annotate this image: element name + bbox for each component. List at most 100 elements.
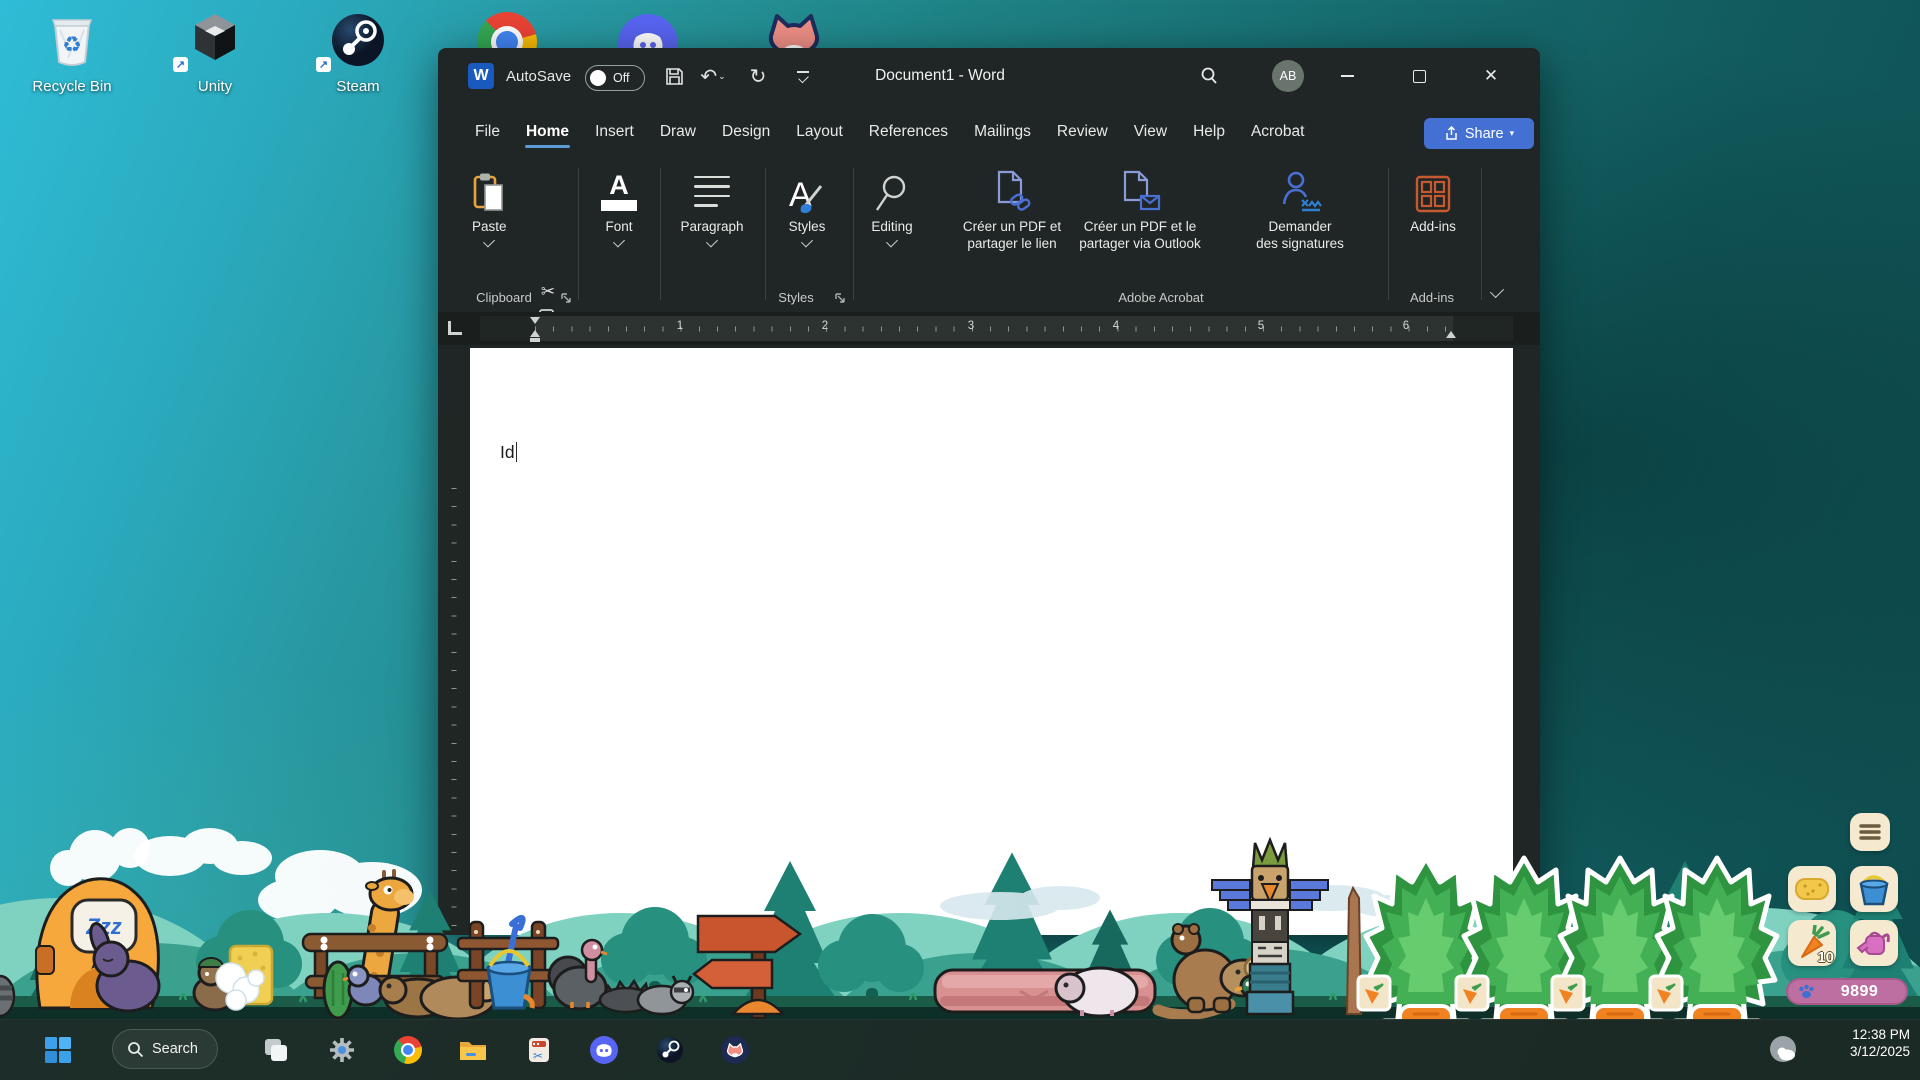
- windows-logo-icon: [45, 1037, 71, 1063]
- right-indent-marker[interactable]: [1446, 331, 1456, 338]
- tab-file[interactable]: File: [462, 113, 513, 151]
- quick-access-toolbar-button[interactable]: [790, 62, 816, 90]
- pet-game-taskbar-button[interactable]: [713, 1030, 757, 1070]
- collapse-ribbon-button[interactable]: [1484, 280, 1510, 302]
- account-avatar[interactable]: AB: [1272, 60, 1304, 92]
- points-counter: 9899: [1786, 978, 1908, 1005]
- chevron-down-icon: [801, 235, 813, 247]
- undo-icon: ↶: [700, 64, 717, 89]
- tab-design[interactable]: Design: [709, 113, 783, 151]
- taskbar-search[interactable]: Search: [112, 1029, 218, 1069]
- snipping-tool-icon: ✂: [526, 1036, 552, 1064]
- clock-date: 3/12/2025: [1850, 1043, 1910, 1060]
- first-line-indent-marker[interactable]: [530, 317, 540, 324]
- styles-dialog-launcher[interactable]: [834, 292, 847, 305]
- pdf-link-icon: [991, 168, 1033, 214]
- search-button[interactable]: [1194, 62, 1224, 90]
- sponge-tool-button[interactable]: [1788, 866, 1836, 912]
- redo-button[interactable]: ↻: [744, 62, 772, 90]
- watering-can-icon: [1856, 928, 1892, 958]
- save-icon: [665, 67, 684, 86]
- carrot-plants[interactable]: [1358, 858, 1777, 1020]
- tray-clock[interactable]: 12:38 PM 3/12/2025: [1850, 1026, 1910, 1060]
- steam-taskbar-button[interactable]: [648, 1030, 692, 1070]
- autosave-state: Off: [613, 71, 629, 85]
- document-text[interactable]: Id: [500, 442, 517, 463]
- desktop-icon-unity[interactable]: ↗ Unity: [167, 8, 263, 95]
- carrot-feed-button[interactable]: 10: [1788, 920, 1836, 966]
- editing-icon: [874, 168, 910, 214]
- font-icon: A: [601, 168, 637, 214]
- create-pdf-share-link-button[interactable]: Créer un PDF etpartager le lien: [948, 168, 1076, 252]
- share-icon: [1444, 126, 1459, 141]
- search-icon: [127, 1041, 144, 1058]
- tab-stop-selector[interactable]: [448, 321, 462, 335]
- tab-references[interactable]: References: [856, 113, 961, 151]
- points-value: 9899: [1823, 983, 1896, 1001]
- fox-icon: [721, 1036, 749, 1064]
- share-button[interactable]: Share ▾: [1424, 118, 1534, 149]
- tab-view[interactable]: View: [1121, 113, 1180, 151]
- group-label-adobe-acrobat: Adobe Acrobat: [1118, 290, 1203, 305]
- tab-insert[interactable]: Insert: [582, 113, 647, 151]
- autosave-label: AutoSave: [506, 68, 571, 85]
- chrome-taskbar-button[interactable]: [386, 1030, 430, 1070]
- snipping-tool-button[interactable]: ✂: [517, 1030, 561, 1070]
- left-indent-marker[interactable]: [530, 330, 540, 342]
- close-button[interactable]: ✕: [1474, 62, 1508, 90]
- tab-review[interactable]: Review: [1044, 113, 1121, 151]
- font-button[interactable]: A Font: [590, 168, 648, 245]
- request-signatures-button[interactable]: Demanderdes signatures: [1234, 168, 1366, 252]
- ribbon-tabs: File Home Insert Draw Design Layout Refe…: [462, 110, 1317, 154]
- titlebar: W AutoSave Off ↶⌄ ↻ Document1 - Word AB …: [438, 48, 1540, 104]
- steam-icon: [656, 1036, 684, 1064]
- game-menu-button[interactable]: [1850, 813, 1890, 851]
- bucket[interactable]: [488, 918, 532, 1008]
- discord-taskbar-button[interactable]: [582, 1030, 626, 1070]
- create-pdf-outlook-button[interactable]: Créer un PDF et lepartager via Outlook: [1074, 168, 1206, 252]
- file-explorer-button[interactable]: [451, 1030, 495, 1070]
- desktop-icon-label: Steam: [310, 78, 406, 95]
- folder-icon: [458, 1037, 488, 1063]
- chevron-down-icon: [483, 235, 495, 247]
- clock-time: 12:38 PM: [1850, 1026, 1910, 1043]
- tray-weather-button[interactable]: [1768, 1034, 1800, 1071]
- watering-can-button[interactable]: [1850, 920, 1898, 966]
- taskbar: Search ✂: [0, 1019, 1920, 1080]
- autosave-toggle[interactable]: Off: [585, 65, 645, 91]
- styles-button[interactable]: A Styles: [778, 168, 836, 245]
- editing-button[interactable]: Editing: [862, 168, 922, 245]
- paw-icon: [1798, 984, 1815, 999]
- redo-icon: ↻: [750, 64, 767, 89]
- tab-acrobat[interactable]: Acrobat: [1238, 113, 1317, 151]
- ribbon: Paste ✂ Clipboard A Font: [438, 158, 1540, 313]
- tab-help[interactable]: Help: [1180, 113, 1238, 151]
- shortcut-arrow-icon: ↗: [316, 57, 331, 72]
- task-view-button[interactable]: [254, 1030, 298, 1070]
- clipboard-dialog-launcher[interactable]: [560, 292, 573, 305]
- tab-draw[interactable]: Draw: [647, 113, 709, 151]
- paragraph-button[interactable]: Paragraph: [676, 168, 748, 245]
- chevron-down-icon: [706, 235, 718, 247]
- settings-button[interactable]: [320, 1030, 364, 1070]
- svg-text:✂: ✂: [533, 1049, 543, 1063]
- desktop-icon-label: Recycle Bin: [24, 78, 120, 95]
- desktop-icon-recycle-bin[interactable]: ♻ Recycle Bin: [24, 8, 120, 95]
- undo-button[interactable]: ↶⌄: [696, 62, 730, 90]
- tab-layout[interactable]: Layout: [783, 113, 856, 151]
- addins-button[interactable]: Add-ins: [1400, 168, 1466, 235]
- text-cursor: [516, 442, 518, 462]
- tab-mailings[interactable]: Mailings: [961, 113, 1044, 151]
- pdf-outlook-icon: [1119, 168, 1161, 214]
- desktop-icon-steam[interactable]: ↗ Steam: [310, 8, 406, 95]
- bucket-tool-button[interactable]: [1850, 866, 1898, 912]
- desktop: ♻ Recycle Bin ↗ Unity: [0, 0, 1920, 1080]
- tab-home[interactable]: Home: [513, 113, 582, 151]
- bucket-icon: [1858, 872, 1890, 906]
- minimize-button[interactable]: [1330, 62, 1364, 90]
- chrome-icon: [394, 1036, 422, 1064]
- start-button[interactable]: [36, 1030, 80, 1070]
- save-button[interactable]: [660, 62, 688, 90]
- paste-button[interactable]: Paste: [472, 168, 507, 245]
- maximize-button[interactable]: [1402, 62, 1436, 90]
